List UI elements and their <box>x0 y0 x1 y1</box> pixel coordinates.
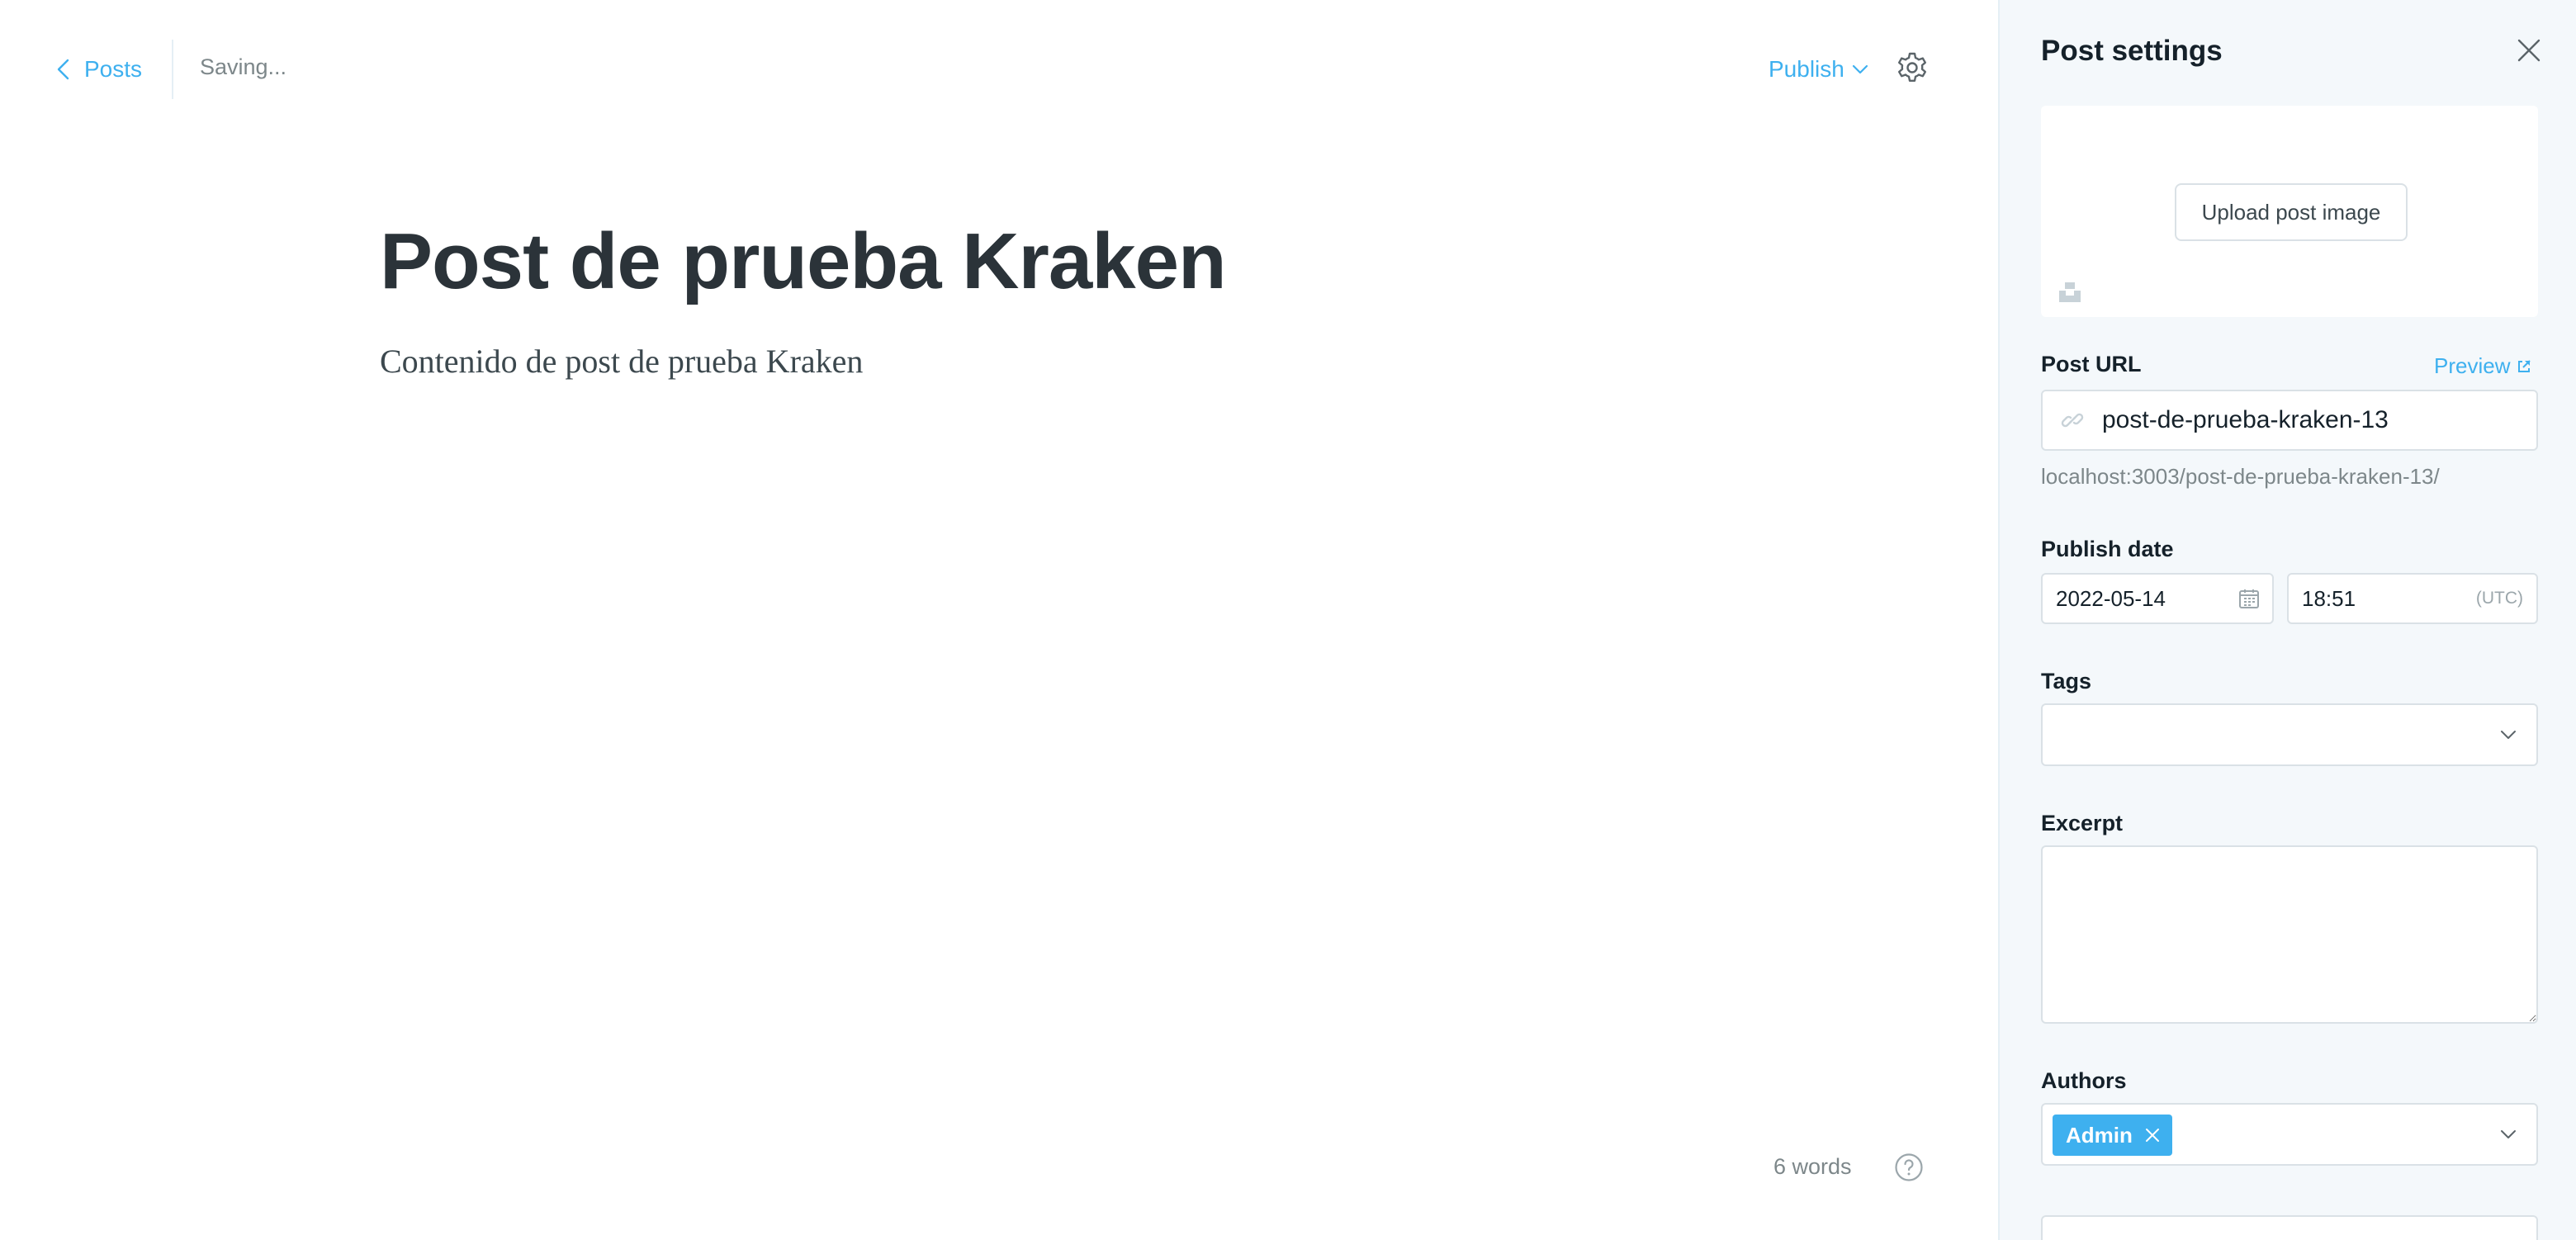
editor-topbar: Posts Saving... Publish <box>0 0 1998 139</box>
timezone-label: (UTC) <box>2475 589 2523 608</box>
excerpt-textarea[interactable] <box>2041 845 2538 1024</box>
external-link-icon <box>2518 359 2531 372</box>
post-settings-panel: Post settings Upload post image Post URL… <box>1998 0 2576 1240</box>
post-title[interactable]: Post de prueba Kraken <box>380 216 1227 307</box>
question-circle-icon[interactable] <box>1894 1152 1924 1182</box>
publish-menu-button[interactable]: Publish <box>1769 51 1869 88</box>
word-count: 6 words <box>1773 1154 1852 1179</box>
chevron-left-icon <box>57 59 69 80</box>
back-to-posts-link[interactable]: Posts <box>54 51 142 88</box>
author-token: Admin <box>2053 1115 2172 1156</box>
chevron-down-icon <box>2501 731 2516 739</box>
topbar-divider <box>172 40 173 99</box>
publish-date-field[interactable] <box>2041 573 2274 624</box>
close-icon[interactable] <box>2144 1127 2161 1143</box>
post-url-field[interactable] <box>2041 390 2538 451</box>
authors-select[interactable]: Admin <box>2041 1103 2538 1166</box>
post-image-dropzone[interactable]: Upload post image <box>2041 106 2538 317</box>
post-full-url: localhost:3003/post-de-prueba-kraken-13/ <box>2041 464 2440 489</box>
tags-select[interactable] <box>2041 703 2538 766</box>
unsplash-icon[interactable] <box>2057 279 2082 304</box>
authors-label: Authors <box>2041 1068 2127 1093</box>
post-url-label: Post URL <box>2041 352 2142 376</box>
chevron-down-icon <box>2501 1130 2516 1138</box>
excerpt-label: Excerpt <box>2041 811 2124 835</box>
tags-label: Tags <box>2041 669 2092 693</box>
post-body-editor[interactable]: Contenido de post de prueba Kraken <box>380 342 863 381</box>
back-link-label: Posts <box>84 56 143 82</box>
panel-title: Post settings <box>2041 35 2223 67</box>
publish-date-label: Publish date <box>2041 537 2174 561</box>
preview-label: Preview <box>2434 353 2511 378</box>
preview-link[interactable]: Preview <box>2434 353 2531 379</box>
publish-date-input[interactable] <box>2056 585 2204 612</box>
upload-post-image-button[interactable]: Upload post image <box>2175 183 2408 241</box>
calendar-icon[interactable] <box>2237 587 2261 610</box>
publish-time-field[interactable]: (UTC) <box>2287 573 2538 624</box>
gear-icon[interactable] <box>1896 51 1929 84</box>
publish-time-input[interactable] <box>2302 585 2451 612</box>
link-icon <box>2061 413 2084 428</box>
author-token-label: Admin <box>2066 1122 2133 1148</box>
chevron-down-icon <box>1852 64 1868 74</box>
editor-area: Posts Saving... Publish Post de prueba K… <box>0 0 1998 1240</box>
post-url-input[interactable] <box>2102 406 2515 434</box>
publish-label: Publish <box>1769 56 1844 82</box>
close-icon[interactable] <box>2515 36 2543 64</box>
next-settings-field[interactable] <box>2041 1215 2538 1240</box>
save-status: Saving... <box>200 54 287 79</box>
